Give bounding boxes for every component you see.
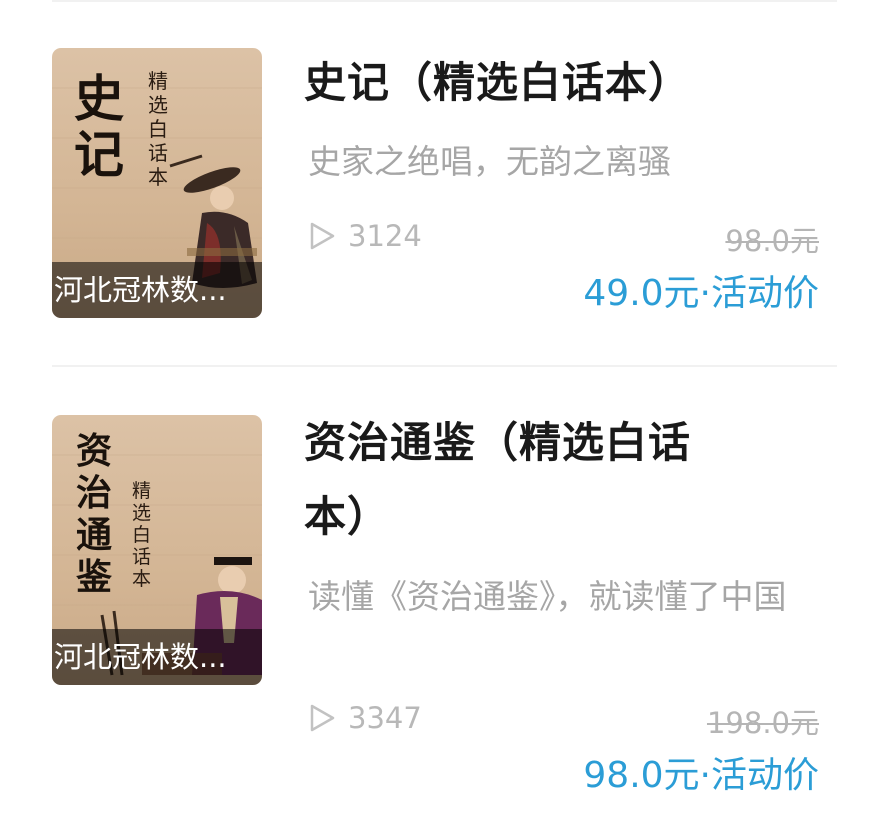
play-icon — [310, 222, 335, 250]
svg-text:精: 精 — [132, 480, 151, 502]
cover-subtitle: 精 选 白 话 本 — [148, 69, 168, 189]
svg-text:本: 本 — [132, 568, 151, 590]
play-count-value: 3124 — [348, 219, 422, 253]
book-title[interactable]: 史记（精选白话本） — [304, 46, 734, 120]
svg-text:话: 话 — [148, 141, 168, 165]
cover-title-char-1: 史 — [74, 69, 124, 128]
original-price: 98.0元 — [725, 224, 819, 258]
divider — [52, 0, 837, 2]
svg-text:通: 通 — [76, 514, 112, 556]
svg-text:选: 选 — [132, 502, 151, 524]
svg-text:话: 话 — [132, 546, 151, 568]
play-count: 3347 — [306, 700, 422, 736]
svg-text:治: 治 — [76, 472, 112, 514]
book-cover[interactable]: 资 治 通 鉴 精 选 白 话 本 河北冠林数... — [52, 415, 262, 685]
play-count-value: 3347 — [348, 701, 422, 735]
book-subtitle: 读懂《资治通鉴》，就读懂了中国 — [308, 577, 787, 616]
svg-text:鉴: 鉴 — [76, 556, 112, 598]
book-title[interactable]: 资治通鉴（精选白话本） — [304, 406, 734, 554]
svg-text:白: 白 — [148, 117, 168, 141]
cover-title-char-2: 记 — [74, 125, 124, 184]
play-count: 3124 — [306, 218, 422, 254]
cover-subtitle: 精 选 白 话 本 — [132, 480, 151, 590]
play-icon — [310, 704, 335, 732]
book-cover[interactable]: 史 记 精 选 白 话 本 河北冠林数... — [52, 48, 262, 318]
publisher-label: 河北冠林数... — [52, 629, 262, 685]
sale-price: 98.0元·活动价 — [583, 755, 819, 796]
publisher-label: 河北冠林数... — [52, 262, 262, 318]
svg-text:精: 精 — [148, 69, 168, 93]
sale-price: 49.0元·活动价 — [583, 273, 819, 314]
svg-text:本: 本 — [148, 165, 168, 189]
svg-text:资: 资 — [76, 430, 112, 472]
svg-text:白: 白 — [132, 524, 151, 546]
divider — [52, 365, 837, 367]
svg-text:选: 选 — [148, 93, 168, 117]
book-subtitle: 史家之绝唱，无韵之离骚 — [308, 142, 671, 181]
original-price: 198.0元 — [706, 706, 819, 740]
